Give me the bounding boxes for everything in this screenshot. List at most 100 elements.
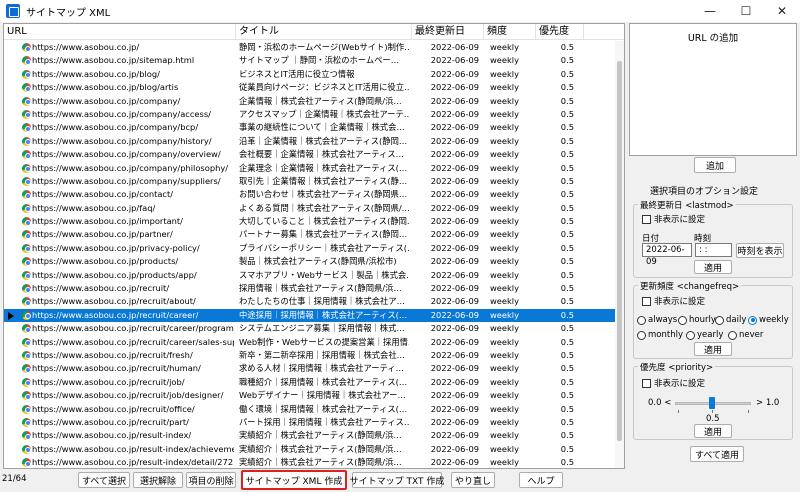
table-row[interactable]: https://www.asobou.co.jp/sitemap.html サイト… bbox=[4, 54, 616, 67]
cell-lastmod: 2022-06-09 bbox=[430, 390, 479, 401]
cell-title: サイトマップ ｜静岡・浜松のホームペー… bbox=[239, 55, 400, 66]
select-all-button[interactable]: すべて選択 bbox=[78, 472, 130, 488]
deselect-button[interactable]: 選択解除 bbox=[133, 472, 183, 488]
checkbox-box[interactable] bbox=[642, 378, 651, 388]
table-row[interactable]: https://www.asobou.co.jp/result-index/実績… bbox=[4, 429, 616, 442]
table-row[interactable]: https://www.asobou.co.jp/result-index/de… bbox=[4, 456, 616, 468]
column-lastmod[interactable]: 最終更新日 bbox=[412, 24, 484, 40]
changefreq-apply-button[interactable]: 適用 bbox=[694, 342, 732, 356]
radio-dot[interactable] bbox=[678, 315, 687, 325]
cell-url: https://www.asobou.co.jp/recruit/about/ bbox=[32, 296, 196, 307]
column-url[interactable]: URL bbox=[4, 24, 236, 40]
radio-dot[interactable] bbox=[715, 315, 724, 325]
radio-dot-selected[interactable] bbox=[748, 315, 757, 325]
cell-freq: weekly bbox=[490, 256, 520, 267]
radio-dot[interactable] bbox=[637, 315, 646, 325]
cell-lastmod: 2022-06-09 bbox=[430, 309, 479, 320]
table-row[interactable]: https://www.asobou.co.jp/result-index/ac… bbox=[4, 443, 616, 456]
add-url-button[interactable]: 追加 bbox=[694, 157, 736, 173]
table-row[interactable]: https://www.asobou.co.jp/recruit/採用情報｜株式… bbox=[4, 282, 616, 295]
table-row[interactable]: https://www.asobou.co.jp/company/overvie… bbox=[4, 148, 616, 161]
url-add-panel[interactable]: URL の追加 bbox=[629, 23, 797, 156]
table-row[interactable]: https://www.asobou.co.jp/recruit/part/パー… bbox=[4, 416, 616, 429]
priority-apply-button[interactable]: 適用 bbox=[694, 424, 732, 438]
radio-never[interactable]: never bbox=[728, 330, 763, 340]
priority-min-label: 0.0 < bbox=[648, 398, 672, 408]
radio-weekly[interactable]: weekly bbox=[748, 315, 789, 325]
table-row[interactable]: https://www.asobou.co.jp/blog/artis 従業員向け… bbox=[4, 81, 616, 94]
browser-icon bbox=[22, 243, 31, 253]
table-row[interactable]: https://www.asobou.co.jp/company/企業情報｜株式… bbox=[4, 95, 616, 108]
lastmod-time-input[interactable]: : : bbox=[695, 243, 732, 257]
table-row[interactable]: https://www.asobou.co.jp/company/access/… bbox=[4, 108, 616, 121]
lastmod-label: 最終更新日 <lastmod> bbox=[638, 199, 736, 211]
table-row[interactable]: https://www.asobou.co.jp/recruit/career/… bbox=[4, 336, 616, 349]
table-row[interactable]: https://www.asobou.co.jp/important/大切してい… bbox=[4, 215, 616, 228]
table-row[interactable]: https://www.asobou.co.jp/contact/お問い合わせ｜… bbox=[4, 188, 616, 201]
cell-title: アクセスマップ｜企業情報｜株式会社アーテ… bbox=[239, 108, 409, 119]
vertical-scrollbar[interactable] bbox=[615, 41, 624, 468]
maximize-button[interactable]: ☐ bbox=[728, 0, 764, 22]
changefreq-label: 更新頻度 <changefreq> bbox=[638, 280, 742, 292]
table-row[interactable]: https://www.asobou.co.jp/products/製品｜株式会… bbox=[4, 255, 616, 268]
table-row[interactable]: https://www.asobou.co.jp/recruit/fresh/新… bbox=[4, 349, 616, 362]
cell-lastmod: 2022-06-09 bbox=[430, 403, 479, 414]
table-row[interactable]: https://www.asobou.co.jp/recruit/job/des… bbox=[4, 389, 616, 402]
radio-daily[interactable]: daily bbox=[715, 315, 746, 325]
table-row[interactable]: https://www.asobou.co.jp/recruit/human/求… bbox=[4, 362, 616, 375]
table-row[interactable]: https://www.asobou.co.jp/recruit/about/わ… bbox=[4, 295, 616, 308]
cell-url: https://www.asobou.co.jp/company/overvie… bbox=[32, 149, 221, 160]
changefreq-hide-checkbox[interactable]: 非表示に設定 bbox=[642, 295, 705, 307]
delete-item-button[interactable]: 項目の削除 bbox=[186, 472, 236, 488]
radio-always[interactable]: always bbox=[637, 315, 677, 325]
apply-all-button[interactable]: すべて適用 bbox=[690, 446, 744, 462]
browser-icon bbox=[22, 190, 31, 200]
table-row[interactable]: https://www.asobou.co.jp/company/supplie… bbox=[4, 175, 616, 188]
table-row[interactable]: https://www.asobou.co.jp/recruit/office/… bbox=[4, 403, 616, 416]
table-row[interactable]: https://www.asobou.co.jp/recruit/career/… bbox=[4, 322, 616, 335]
radio-dot[interactable] bbox=[728, 330, 737, 340]
checkbox-box[interactable] bbox=[642, 214, 651, 224]
table-row[interactable]: https://www.asobou.co.jp/blog/ビジネスとIT活用に… bbox=[4, 68, 616, 81]
table-row[interactable]: https://www.asobou.co.jp/company/bcp/事業の… bbox=[4, 121, 616, 134]
browser-icon bbox=[22, 404, 31, 414]
cell-priority: 0.5 bbox=[560, 430, 574, 441]
table-row[interactable]: https://www.asobou.co.jp/静岡・浜松のホームページ(We… bbox=[4, 41, 616, 54]
make-txt-button[interactable]: サイトマップ TXT 作成 bbox=[350, 472, 444, 488]
radio-yearly[interactable]: yearly bbox=[686, 330, 723, 340]
minimize-button[interactable]: — bbox=[692, 0, 728, 22]
cell-url: https://www.asobou.co.jp/blog/ bbox=[32, 68, 160, 79]
changefreq-hide-label: 非表示に設定 bbox=[654, 297, 706, 307]
radio-monthly[interactable]: monthly bbox=[637, 330, 683, 340]
priority-hide-checkbox[interactable]: 非表示に設定 bbox=[642, 377, 705, 389]
cell-url: https://www.asobou.co.jp/ bbox=[32, 42, 140, 52]
scrollbar-thumb[interactable] bbox=[617, 61, 622, 441]
table-row[interactable]: https://www.asobou.co.jp/partner/パートナー募集… bbox=[4, 228, 616, 241]
table-row[interactable]: https://www.asobou.co.jp/company/philoso… bbox=[4, 162, 616, 175]
column-priority[interactable]: 優先度 bbox=[536, 24, 584, 40]
redo-button[interactable]: やり直し bbox=[451, 472, 495, 488]
column-title[interactable]: タイトル bbox=[236, 24, 412, 40]
radio-hourly[interactable]: hourly bbox=[678, 315, 716, 325]
url-list[interactable]: URL タイトル 最終更新日 頻度 優先度 https://www.asobou… bbox=[3, 23, 625, 469]
table-row[interactable]: https://www.asobou.co.jp/privacy-policy/… bbox=[4, 242, 616, 255]
priority-slider-thumb[interactable] bbox=[709, 397, 715, 409]
table-row[interactable]: https://www.asobou.co.jp/recruit/job/職種紹… bbox=[4, 376, 616, 389]
checkbox-box[interactable] bbox=[642, 296, 651, 306]
cell-url: https://www.asobou.co.jp/recruit/career/ bbox=[32, 309, 199, 320]
cell-priority: 0.5 bbox=[560, 349, 574, 360]
help-button[interactable]: ヘルプ bbox=[519, 472, 563, 488]
table-row[interactable]: https://www.asobou.co.jp/faq/よくある質問｜株式会社… bbox=[4, 202, 616, 215]
lastmod-date-input[interactable]: 2022-06-09 bbox=[642, 243, 692, 267]
table-row[interactable]: https://www.asobou.co.jp/recruit/career/… bbox=[4, 308, 616, 323]
table-row[interactable]: https://www.asobou.co.jp/company/history… bbox=[4, 135, 616, 148]
column-freq[interactable]: 頻度 bbox=[484, 24, 536, 40]
radio-dot[interactable] bbox=[686, 330, 695, 340]
close-button[interactable]: ✕ bbox=[764, 0, 800, 22]
table-row[interactable]: https://www.asobou.co.jp/products/app/スマ… bbox=[4, 269, 616, 282]
lastmod-apply-button[interactable]: 適用 bbox=[694, 260, 732, 274]
radio-dot[interactable] bbox=[637, 330, 646, 340]
show-time-button[interactable]: 時刻を表示 bbox=[736, 243, 784, 258]
lastmod-hide-checkbox[interactable]: 非表示に設定 bbox=[642, 213, 705, 225]
make-xml-button[interactable]: サイトマップ XML 作成 bbox=[241, 470, 347, 490]
